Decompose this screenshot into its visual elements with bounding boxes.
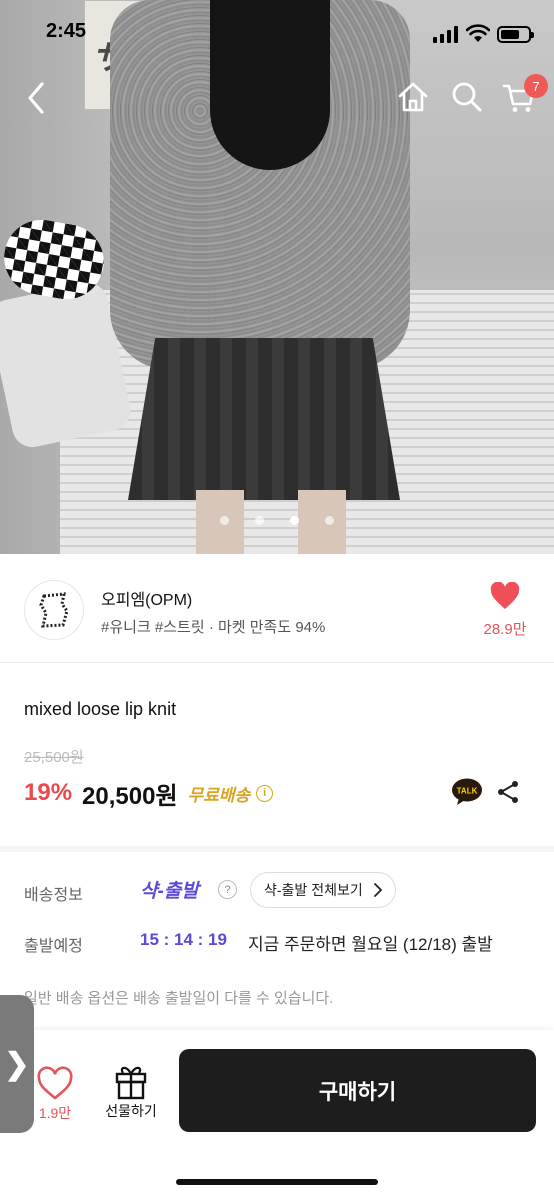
divider [0, 662, 554, 663]
original-price: 25,500원 [24, 749, 84, 766]
buy-button[interactable]: 구매하기 [179, 1049, 536, 1132]
free-shipping-label: 무료배송 [187, 785, 251, 805]
favorite-count: 1.9만 [38, 1105, 72, 1121]
price-row: 19% 20,500원 무료배송 i [24, 776, 274, 810]
shop-name[interactable]: 오피엠(OPM) [101, 586, 192, 610]
carousel-dot-active[interactable] [290, 516, 299, 525]
shop-like-count: 28.9만 [483, 621, 527, 638]
home-indicator [176, 1179, 378, 1185]
carousel-dot[interactable] [255, 516, 264, 525]
battery-icon [497, 26, 534, 43]
gift-label: 선물하기 [105, 1103, 157, 1119]
view-all-fast-shipping-button[interactable]: 샥-출발 전체보기 [250, 872, 396, 908]
side-panel-toggle[interactable]: ❯ [0, 995, 34, 1133]
shop-logo[interactable] [24, 580, 84, 640]
search-icon[interactable] [450, 80, 484, 114]
bottom-action-bar: 1.9만 선물하기 구매하기 [0, 1030, 554, 1200]
shipping-info-label: 배송정보 [24, 887, 83, 904]
departure-countdown: 15 : 14 : 19 [140, 930, 227, 949]
shop-logo-icon [39, 592, 69, 628]
share-icon[interactable] [496, 780, 520, 804]
back-arrow-icon[interactable] [22, 80, 52, 116]
departure-label: 출발예정 [24, 938, 83, 955]
talk-icon-text: TALK [457, 787, 478, 796]
section-divider [0, 846, 554, 852]
fast-shipping-label: 샥-출발 [140, 881, 199, 902]
carousel-dot[interactable] [325, 516, 334, 525]
shop-tags: #유니크 #스트릿 · 마켓 만족도 94% [101, 619, 326, 636]
status-bar: 2:45 [0, 18, 554, 52]
product-title: mixed loose lip knit [24, 699, 177, 719]
kakaotalk-share-icon[interactable]: TALK [451, 778, 483, 806]
carousel-indicator [0, 516, 554, 525]
carousel-dot[interactable] [220, 516, 229, 525]
view-all-label: 샥-출발 전체보기 [264, 882, 363, 898]
shop-info[interactable]: 오피엠(OPM) #유니크 #스트릿 · 마켓 만족도 94% 28.9만 [0, 562, 554, 662]
discount-rate: 19% [24, 779, 73, 806]
signal-icon [433, 26, 458, 43]
help-icon[interactable]: ? [218, 880, 237, 899]
status-time: 2:45 [46, 20, 87, 42]
denim-skirt [128, 338, 400, 500]
shipping-note: 일반 배송 옵션은 배송 출발일이 다를 수 있습니다. [24, 990, 334, 1007]
sale-price: 20,500원 [82, 782, 178, 810]
info-icon[interactable]: i [256, 784, 274, 802]
home-icon[interactable] [396, 80, 430, 114]
cart-count-badge: 7 [524, 74, 548, 98]
wifi-icon [466, 24, 490, 42]
chevron-right-icon [373, 883, 382, 897]
heart-icon[interactable] [490, 582, 520, 610]
departure-text: 지금 주문하면 월요일 (12/18) 출발 [248, 935, 493, 954]
